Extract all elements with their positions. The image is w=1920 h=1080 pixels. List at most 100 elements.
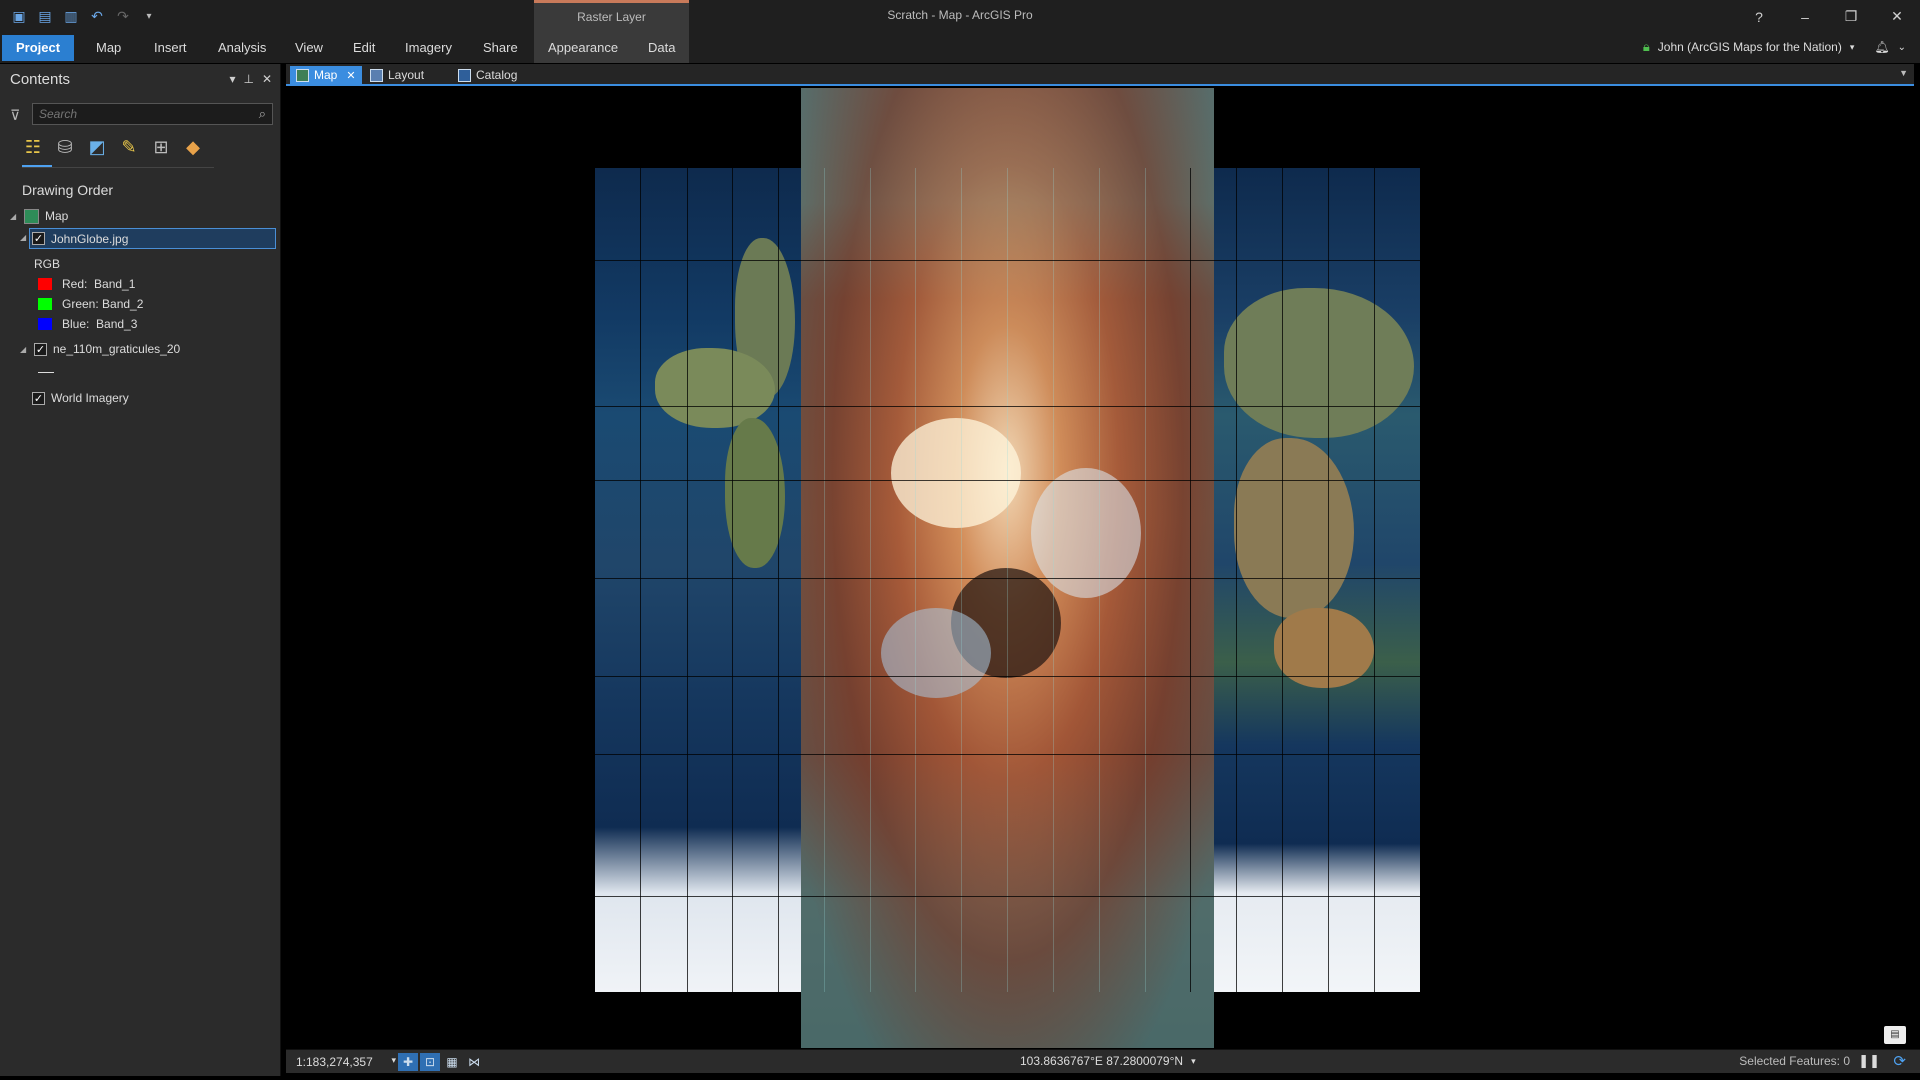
tab-edit[interactable]: Edit xyxy=(339,35,389,61)
snapping-icon[interactable]: ⊞ xyxy=(150,136,172,158)
app-title: Scratch - Map - ArcGIS Pro xyxy=(887,8,1033,22)
tab-label: Catalog xyxy=(476,68,518,82)
tab-map-view[interactable]: Map ✕ xyxy=(290,66,362,84)
selection-icon[interactable]: ◩ xyxy=(86,136,108,158)
landmass xyxy=(725,418,785,568)
layer-name: ne_110m_graticules_20 xyxy=(53,342,181,356)
open-project-icon[interactable]: ▤ xyxy=(36,7,54,25)
bell-icon[interactable]: 🔔︎ xyxy=(1874,40,1889,54)
tab-view[interactable]: View xyxy=(281,35,337,61)
tab-catalog-view[interactable]: Catalog xyxy=(452,66,523,84)
coordinate-readout: 103.8636767°E 87.2800079°N ▾ xyxy=(1020,1054,1196,1068)
grid-icon[interactable]: ▦ xyxy=(442,1053,462,1071)
close-button[interactable]: ✕ xyxy=(1874,0,1920,33)
search-icon[interactable]: ⌕ xyxy=(259,106,266,122)
layout-tab-icon xyxy=(370,68,383,82)
band-name: Band_3 xyxy=(96,317,138,331)
layer-visibility-checkbox[interactable]: ✓ xyxy=(32,391,45,405)
tab-imagery[interactable]: Imagery xyxy=(391,35,466,61)
band-blue[interactable]: Blue: Band_3 xyxy=(38,314,137,334)
search-input[interactable] xyxy=(33,104,233,124)
filter-icon[interactable]: ⊽ xyxy=(10,107,20,124)
scale-dropdown-icon[interactable]: ▾ xyxy=(391,1055,396,1069)
scale-value: 1:183,274,357 xyxy=(296,1054,373,1069)
data-source-icon[interactable]: ⛁ xyxy=(54,136,76,158)
world-imagery-left xyxy=(595,168,801,992)
ribbon: Project Map Insert Analysis View Edit Im… xyxy=(0,33,1920,63)
tab-overflow-icon[interactable]: ▼ xyxy=(1899,68,1908,78)
collapse-triangle-icon[interactable]: ◢ xyxy=(10,212,20,221)
grid-snap-icon[interactable]: ⊡ xyxy=(420,1052,440,1071)
tab-layout-view[interactable]: Layout xyxy=(364,66,430,84)
view-divider xyxy=(22,167,214,168)
pane-close-icon[interactable]: ✕ xyxy=(262,72,272,86)
map-node[interactable]: ◢ Map xyxy=(10,206,68,226)
user-area: 🔒︎ John (ArcGIS Maps for the Nation) ▾ 🔔… xyxy=(1643,39,1906,55)
tab-label: Layout xyxy=(388,68,425,82)
pane-controls: ▾ ⊥ ✕ xyxy=(229,72,272,86)
selected-features[interactable]: Selected Features: 0 xyxy=(1739,1054,1850,1068)
undo-icon[interactable]: ↶ xyxy=(88,7,106,25)
world-imagery-right xyxy=(1214,168,1420,992)
tab-share[interactable]: Share xyxy=(469,35,532,61)
band-red[interactable]: Red: Band_1 xyxy=(38,274,135,294)
pane-options-icon[interactable]: ▾ xyxy=(229,72,235,86)
ribbon-collapse-icon[interactable]: ⌄ xyxy=(1898,42,1906,53)
layer-graticules[interactable]: ◢ ✓ ne_110m_graticules_20 xyxy=(20,339,180,359)
band-label: Blue: xyxy=(62,317,90,331)
collapse-triangle-icon[interactable]: ◢ xyxy=(20,233,30,242)
restore-button[interactable]: ❐ xyxy=(1828,0,1874,33)
layer-world-imagery[interactable]: ✓ World Imagery xyxy=(32,388,129,408)
status-bar: 1:183,274,357 ▾ ✚ ⊡ ▦ ⋈ 103.8636767°E 87… xyxy=(286,1049,1920,1073)
coordinate-format-dropdown-icon[interactable]: ▾ xyxy=(1191,1056,1196,1067)
band-label: Green: xyxy=(62,297,99,311)
line-symbol-swatch xyxy=(38,371,54,373)
tab-map[interactable]: Map xyxy=(82,35,135,61)
rgb-label: RGB xyxy=(34,257,61,271)
refresh-icon[interactable]: ⟳ xyxy=(1893,1052,1906,1070)
band-name: Band_2 xyxy=(102,297,144,311)
help-button[interactable]: ? xyxy=(1736,0,1782,33)
band-green[interactable]: Green: Band_2 xyxy=(38,294,143,314)
scale-control[interactable]: 1:183,274,357 ▾ xyxy=(296,1055,396,1069)
user-dropdown-icon[interactable]: ▾ xyxy=(1850,42,1855,53)
line-symbol[interactable] xyxy=(38,362,54,382)
layer-name: World Imagery xyxy=(51,391,129,405)
save-icon[interactable]: ▥ xyxy=(62,7,80,25)
landmass xyxy=(655,348,775,428)
window-controls: ? – ❐ ✕ xyxy=(1736,0,1920,33)
tab-appearance[interactable]: Appearance xyxy=(534,35,632,61)
new-project-icon[interactable]: ▣ xyxy=(10,7,28,25)
band-label: Red: xyxy=(62,277,88,291)
map-view[interactable]: ▤ xyxy=(286,88,1914,1048)
labeling-icon[interactable]: ◆ xyxy=(182,136,204,158)
redo-icon[interactable]: ↷ xyxy=(114,7,132,25)
layer-visibility-checkbox[interactable]: ✓ xyxy=(34,342,47,356)
tab-project[interactable]: Project xyxy=(2,35,75,61)
contents-title: Contents xyxy=(10,71,71,88)
search-box: ⌕ xyxy=(32,103,273,125)
tab-data[interactable]: Data xyxy=(634,35,689,61)
tab-insert[interactable]: Insert xyxy=(140,35,201,61)
collapse-triangle-icon[interactable]: ◢ xyxy=(20,345,30,354)
blue-swatch xyxy=(38,318,52,330)
pin-icon[interactable]: ⊥ xyxy=(243,72,253,86)
coordinates: 103.8636767°E 87.2800079°N xyxy=(1020,1054,1184,1068)
pause-drawing-icon[interactable]: ❚❚ xyxy=(1858,1053,1880,1069)
contextual-tab-header: Raster Layer xyxy=(534,0,689,33)
tab-label: Map xyxy=(314,68,338,82)
layer-visibility-checkbox[interactable]: ✓ xyxy=(32,232,45,245)
quick-access-toolbar: ▣ ▤ ▥ ↶ ↷ ▾ xyxy=(10,7,158,25)
tab-analysis[interactable]: Analysis xyxy=(204,35,280,61)
signed-in-user[interactable]: John (ArcGIS Maps for the Nation) xyxy=(1658,40,1842,54)
layer-johnglobe[interactable]: ✓ JohnGlobe.jpg xyxy=(29,228,276,249)
notifications-icon[interactable]: ▤ xyxy=(1884,1026,1906,1044)
navigator-icon[interactable]: ✚ xyxy=(398,1052,418,1071)
snapping-toggle-icon[interactable]: ⋈ xyxy=(464,1053,484,1071)
drawing-order-icon[interactable]: ☷ xyxy=(22,136,44,158)
landmass xyxy=(1224,288,1414,438)
customize-qat-icon[interactable]: ▾ xyxy=(140,7,158,25)
close-tab-icon[interactable]: ✕ xyxy=(346,69,355,82)
minimize-button[interactable]: – xyxy=(1782,0,1828,33)
editing-icon[interactable]: ✎ xyxy=(118,136,140,158)
